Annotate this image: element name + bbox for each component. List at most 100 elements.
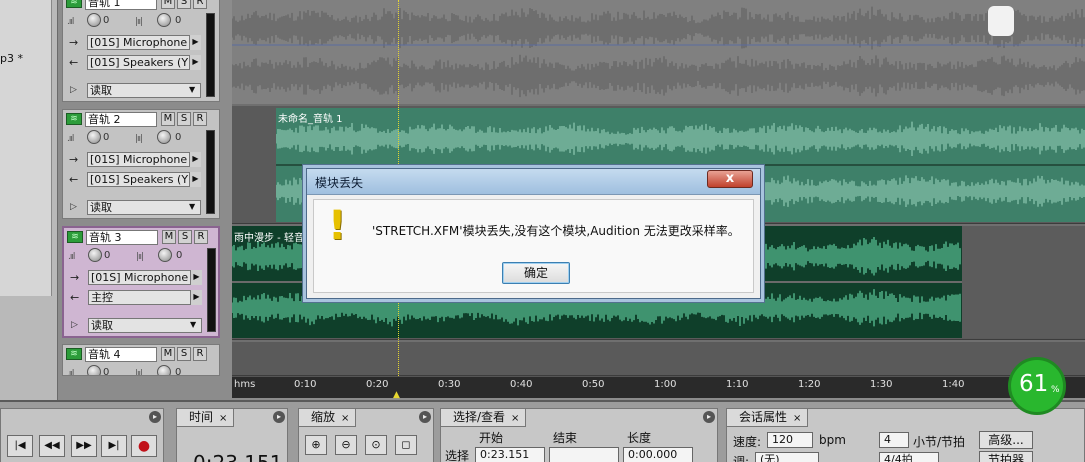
output-select[interactable]: 主控 — [88, 290, 202, 305]
input-select[interactable]: [01S] Microphone — [87, 35, 201, 50]
volume-knob[interactable] — [87, 130, 101, 144]
solo-button[interactable]: S — [177, 347, 191, 361]
track-name[interactable]: 音轨 3 — [86, 230, 158, 245]
track-lane-4[interactable] — [232, 342, 1085, 376]
zoom-in-icon[interactable]: ⊕ — [305, 435, 327, 455]
volume-knob[interactable] — [87, 365, 101, 375]
rewind-button[interactable]: ◀◀ — [39, 435, 65, 457]
tab-zoom[interactable]: 缩放 × — [299, 409, 357, 427]
pan-knob[interactable] — [158, 248, 172, 262]
chevron-right-icon[interactable]: ▶ — [189, 172, 201, 187]
zoom-selection-icon[interactable]: ⊙ — [365, 435, 387, 455]
chevron-right-icon[interactable]: ▶ — [189, 55, 201, 70]
track-lane-1[interactable] — [232, 0, 1085, 104]
fast-forward-button[interactable]: ▶▶ — [71, 435, 97, 457]
input-select[interactable]: [01S] Microphone — [88, 270, 202, 285]
dialog-body: ! 'STRETCH.XFM'模块丢失,没有这个模块,Audition 无法更改… — [313, 199, 754, 293]
automation-mode-select[interactable]: 读取 — [87, 200, 201, 215]
selection-length-field[interactable]: 0:00.000 — [623, 447, 693, 462]
mute-button[interactable]: M — [161, 347, 175, 361]
panel-menu-icon[interactable]: ▸ — [419, 411, 431, 423]
close-icon[interactable]: × — [793, 413, 801, 424]
selection-start-field[interactable]: 0:23.151 — [475, 447, 545, 462]
empty-lane-area[interactable] — [962, 226, 1085, 338]
record-button[interactable]: R — [193, 0, 207, 9]
automation-mode-select[interactable]: 读取 — [88, 318, 202, 333]
waveform-icon[interactable]: ≋ — [66, 348, 82, 360]
dialog-titlebar[interactable]: 模块丢失 — [307, 169, 760, 195]
chevron-down-icon[interactable]: ▼ — [190, 320, 196, 329]
zoom-panel: 缩放 × ▸ ⊕ ⊖ ⊙ ◻ — [298, 408, 434, 462]
waveform-icon[interactable]: ≋ — [66, 113, 82, 125]
chevron-down-icon[interactable]: ▼ — [189, 85, 195, 94]
panel-menu-icon[interactable]: ▸ — [149, 411, 161, 423]
time-signature-select[interactable]: 4/4拍 — [879, 452, 939, 462]
files-list[interactable] — [0, 0, 52, 296]
record-transport-button[interactable]: ● — [131, 435, 157, 457]
tempo-field[interactable]: 120 — [767, 432, 813, 448]
go-to-start-button[interactable]: |◀ — [7, 435, 33, 457]
automation-mode-select[interactable]: 读取 — [87, 83, 201, 98]
clip-track-1[interactable] — [232, 0, 1085, 104]
solo-button[interactable]: S — [177, 0, 191, 9]
playhead-marker-icon[interactable]: ▲ — [393, 390, 400, 400]
performance-badge[interactable]: 61 % — [1008, 357, 1066, 415]
tab-time[interactable]: 时间 × — [177, 409, 235, 427]
chevron-right-icon[interactable]: ▶ — [190, 290, 202, 305]
chevron-right-icon[interactable]: ▶ — [190, 270, 202, 285]
expand-triangle-icon[interactable]: ▷ — [70, 85, 77, 95]
volume-knob[interactable] — [87, 13, 101, 27]
expand-triangle-icon[interactable]: ▷ — [70, 202, 77, 212]
dialog-title: 模块丢失 — [315, 176, 364, 190]
key-select[interactable]: (无) — [755, 452, 819, 462]
chevron-right-icon[interactable]: ▶ — [189, 152, 201, 167]
usb-drive-icon[interactable] — [988, 6, 1014, 36]
pan-knob[interactable] — [157, 13, 171, 27]
tab-session-properties[interactable]: 会话属性 × — [727, 409, 809, 427]
selection-end-field[interactable] — [549, 447, 619, 462]
time-ruler[interactable]: hms 0:10 0:20 0:30 0:40 0:50 1:00 1:10 1… — [232, 376, 1085, 400]
file-name[interactable]: p3 * — [0, 52, 23, 65]
track-name[interactable]: 音轨 1 — [85, 0, 157, 10]
level-meter — [206, 130, 215, 214]
record-button[interactable]: R — [194, 230, 208, 244]
output-select[interactable]: [01S] Speakers (Y — [87, 55, 201, 70]
beats-field[interactable]: 4 — [879, 432, 909, 448]
chevron-right-icon[interactable]: ▶ — [189, 35, 201, 50]
record-button[interactable]: R — [193, 112, 207, 126]
ok-button[interactable]: 确定 — [502, 262, 570, 284]
zoom-full-icon[interactable]: ◻ — [395, 435, 417, 455]
close-icon[interactable]: × — [511, 413, 519, 424]
mute-button[interactable]: M — [161, 112, 175, 126]
ruler-tick: 1:20 — [798, 379, 821, 390]
close-icon[interactable]: × — [219, 413, 227, 424]
volume-knob[interactable] — [88, 248, 102, 262]
solo-button[interactable]: S — [178, 230, 192, 244]
bpm-label: bpm — [819, 433, 846, 447]
tab-selection[interactable]: 选择/查看 × — [441, 409, 527, 427]
solo-button[interactable]: S — [177, 112, 191, 126]
panel-menu-icon[interactable]: ▸ — [273, 411, 285, 423]
expand-triangle-icon[interactable]: ▷ — [71, 320, 78, 330]
pan-knob[interactable] — [157, 130, 171, 144]
waveform-icon[interactable]: ≋ — [67, 231, 83, 243]
track-name[interactable]: 音轨 2 — [85, 112, 157, 127]
waveform-icon[interactable]: ≋ — [66, 0, 82, 8]
output-select[interactable]: [01S] Speakers (Y — [87, 172, 201, 187]
volume-icon: .ııl — [67, 369, 74, 376]
go-to-end-button[interactable]: ▶| — [101, 435, 127, 457]
chevron-down-icon[interactable]: ▼ — [189, 202, 195, 211]
close-icon[interactable]: × — [341, 413, 349, 424]
advanced-button[interactable]: 高级... — [979, 431, 1033, 449]
record-button[interactable]: R — [193, 347, 207, 361]
mute-button[interactable]: M — [162, 230, 176, 244]
dialog-close-button[interactable]: x — [707, 170, 753, 188]
input-select[interactable]: [01S] Microphone — [87, 152, 201, 167]
panel-menu-icon[interactable]: ▸ — [703, 411, 715, 423]
mute-button[interactable]: M — [161, 0, 175, 9]
output-arrow-icon: ← — [70, 291, 80, 304]
pan-knob[interactable] — [157, 365, 171, 375]
metronome-button[interactable]: 节拍器 — [979, 451, 1033, 462]
track-name[interactable]: 音轨 4 — [85, 347, 157, 362]
zoom-out-icon[interactable]: ⊖ — [335, 435, 357, 455]
